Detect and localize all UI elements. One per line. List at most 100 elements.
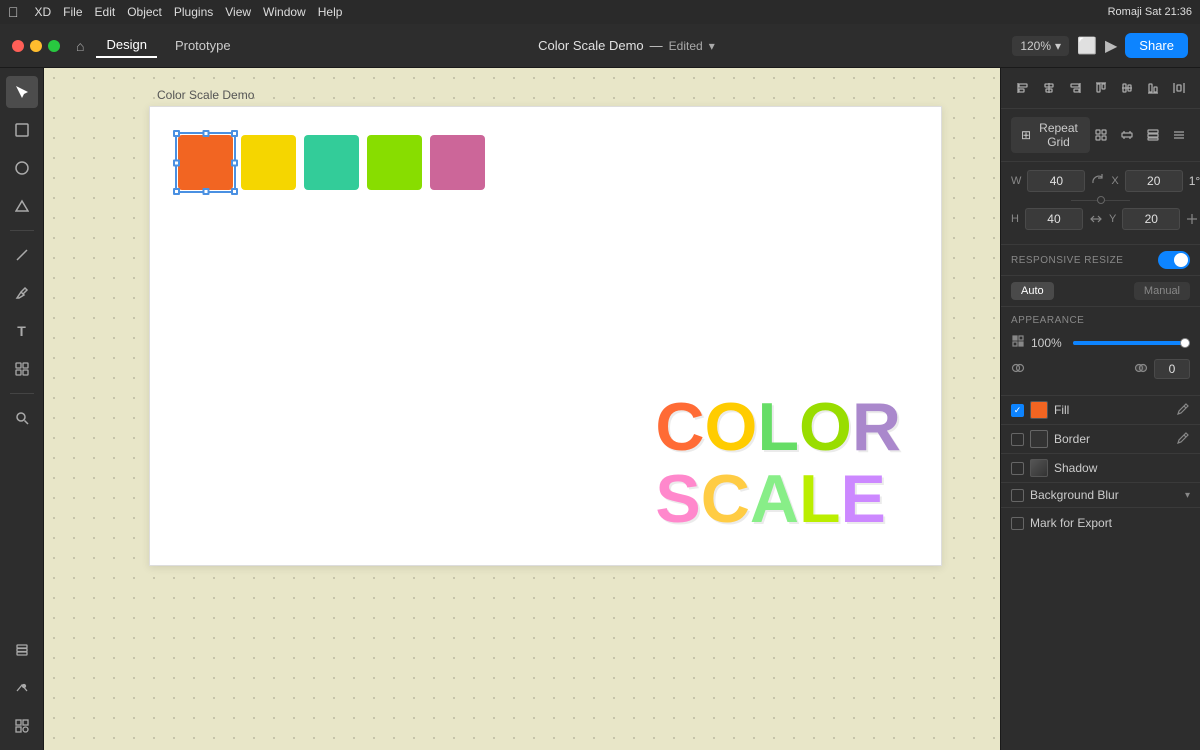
border-color-swatch[interactable] [1030,430,1048,448]
menu-help[interactable]: Help [318,5,343,19]
zoom-chevron-icon: ▾ [1055,39,1061,53]
ungroup-icon-btn[interactable] [1116,124,1138,146]
handle-bot-left[interactable] [173,188,180,195]
fill-eyedropper-icon[interactable] [1176,402,1190,419]
bg-blur-row: Background Blur ▾ [1001,483,1200,508]
blend-number-input[interactable] [1154,359,1190,379]
menu-edit[interactable]: Edit [95,5,116,19]
letter-s: S [655,461,700,537]
fullscreen-button[interactable] [48,40,60,52]
opacity-slider-thumb[interactable] [1180,338,1190,348]
home-icon[interactable]: ⌂ [76,38,84,54]
zoom-tool[interactable] [6,402,38,434]
opacity-row: 100% [1011,334,1190,351]
artboard[interactable]: COLOR SCALE [149,106,942,566]
select-tool[interactable] [6,76,38,108]
handle-mid-right[interactable] [231,159,238,166]
handle-bot-right[interactable] [231,188,238,195]
repeat-grid-button[interactable]: ⊞ Repeat Grid [1011,117,1090,153]
bg-blur-chevron-icon[interactable]: ▾ [1185,490,1190,501]
swatch-1[interactable] [241,135,296,190]
align-left-btn[interactable] [1011,76,1035,100]
resize-mode-row: Auto Manual [1001,276,1200,307]
menu-object[interactable]: Object [127,5,162,19]
close-button[interactable] [12,40,24,52]
grid-icon: ⊞ [1021,128,1031,142]
triangle-tool[interactable] [6,190,38,222]
tab-prototype[interactable]: Prototype [165,34,241,57]
align-center-v-btn[interactable] [1115,76,1139,100]
menu-window[interactable]: Window [263,5,306,19]
zoom-value: 120% [1020,39,1051,53]
handle-top-right[interactable] [231,130,238,137]
assets-icon[interactable] [6,672,38,704]
share-button[interactable]: Share [1125,33,1188,58]
shadow-checkbox[interactable] [1011,462,1024,475]
play-icon[interactable]: ▶ [1105,36,1117,56]
line-tool[interactable] [6,239,38,271]
handle-mid-left[interactable] [173,159,180,166]
more-props-icon[interactable] [1186,208,1198,230]
menu-view[interactable]: View [225,5,251,19]
opacity-slider[interactable] [1073,341,1190,345]
ellipse-tool[interactable] [6,152,38,184]
appearance-label: APPEARANCE [1011,315,1190,326]
component-tool[interactable] [6,353,38,385]
letter-c: C [655,389,704,465]
traffic-lights [12,40,60,52]
flip-icon[interactable] [1089,212,1103,226]
canvas-area[interactable]: Color Scale Demo [44,68,1000,750]
component-icon-btn[interactable] [1090,124,1112,146]
minimize-button[interactable] [30,40,42,52]
align-top-btn[interactable] [1089,76,1113,100]
w-input[interactable] [1027,170,1085,192]
more-icon-btn[interactable] [1168,124,1190,146]
text-tool[interactable]: T [6,315,38,347]
align-bottom-btn[interactable] [1141,76,1165,100]
zoom-control[interactable]: 120% ▾ [1012,36,1069,56]
plugins-icon[interactable] [6,710,38,742]
align-center-h-btn[interactable] [1037,76,1061,100]
fill-checkbox[interactable]: ✓ [1011,404,1024,417]
dropdown-chevron-icon[interactable]: ▾ [709,39,715,53]
distribute-h-btn[interactable] [1167,76,1191,100]
h-input[interactable] [1025,208,1083,230]
rotate-icon[interactable] [1091,174,1105,188]
color-scale-line2: SCALE [655,464,901,535]
link-icon[interactable] [1097,196,1105,204]
pen-tool[interactable] [6,277,38,309]
layers-icon[interactable] [6,634,38,666]
border-eyedropper-icon[interactable] [1176,431,1190,448]
align-right-btn[interactable] [1063,76,1087,100]
menu-file[interactable]: File [63,5,82,19]
x-input[interactable] [1125,170,1183,192]
menu-bar-right: Romaji Sat 21:36 [1108,6,1192,18]
tool-separator-2 [10,393,34,394]
responsive-toggle[interactable] [1158,251,1190,269]
left-toolbar: T [0,68,44,750]
border-row: Border [1001,425,1200,454]
menu-xd[interactable]: XD [35,5,52,19]
fill-color-swatch[interactable] [1030,401,1048,419]
device-preview-icon[interactable]: ⬜ [1077,36,1097,56]
blend-mode-icon [1011,361,1025,378]
handle-top-left[interactable] [173,130,180,137]
stack-icon-btn[interactable] [1142,124,1164,146]
border-checkbox[interactable] [1011,433,1024,446]
handle-bot-center[interactable] [202,188,209,195]
swatch-0-selected[interactable] [178,135,233,190]
swatch-2[interactable] [304,135,359,190]
rectangle-tool[interactable] [6,114,38,146]
swatch-4[interactable] [430,135,485,190]
swatch-3[interactable] [367,135,422,190]
shadow-color-swatch[interactable] [1030,459,1048,477]
auto-resize-btn[interactable]: Auto [1011,282,1054,300]
export-checkbox[interactable] [1011,517,1024,530]
handle-top-center[interactable] [202,130,209,137]
y-input[interactable] [1122,208,1180,230]
manual-resize-btn[interactable]: Manual [1134,282,1190,300]
opacity-slider-fill [1073,341,1190,345]
menu-plugins[interactable]: Plugins [174,5,213,19]
tab-design[interactable]: Design [96,33,156,58]
bg-blur-checkbox[interactable] [1011,489,1024,502]
